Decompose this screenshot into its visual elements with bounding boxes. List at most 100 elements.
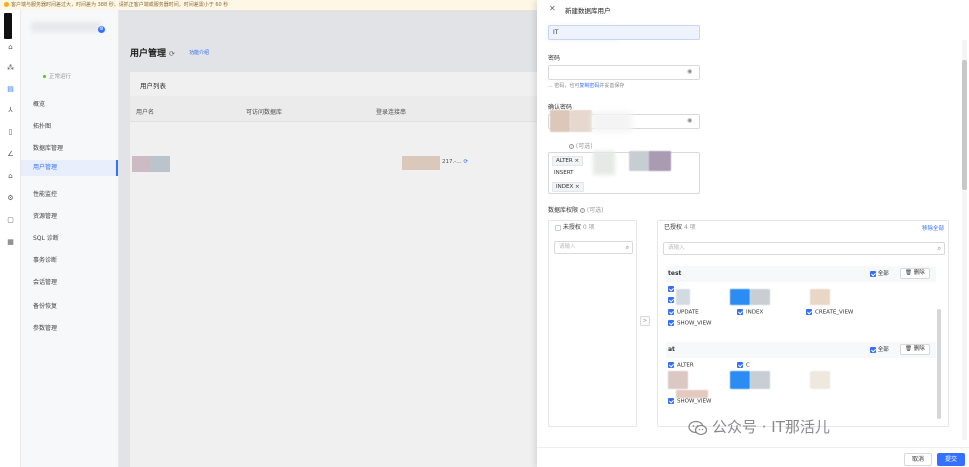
select-all-test[interactable]: 全部: [870, 269, 889, 277]
status-dot-icon: [43, 75, 46, 78]
db-section-at: at 全部 🗑 删除: [666, 342, 936, 358]
privilege-tag: INSERT: [554, 170, 574, 176]
cluster-icon[interactable]: ⁂: [7, 65, 14, 72]
lock-icon[interactable]: ⌂: [7, 173, 14, 180]
menu-item-backup[interactable]: 备份恢复: [33, 301, 57, 310]
unauthorized-search-input[interactable]: 请输入 ⌕: [554, 241, 633, 254]
redacted-block: [810, 371, 830, 389]
db-section-test: test 全部 🗑 删除: [666, 266, 936, 282]
redacted-block: [570, 110, 592, 132]
username-input[interactable]: IT: [548, 25, 700, 40]
password-label: 密码: [548, 55, 561, 62]
watermark: 公众号 · IT那活儿: [688, 416, 830, 437]
db-privilege-label: 数据库权限 ? (可选): [548, 207, 604, 214]
privilege-tag: INDEX ×: [552, 182, 584, 192]
time-skew-warning-banner: 客户端与服务器时间差过大，时间差为 388 秒。请抓正客户端或服务器时间，时间差…: [0, 0, 537, 10]
home-icon[interactable]: ⌂: [7, 44, 14, 51]
priv-item[interactable]: ALTER: [668, 362, 694, 369]
warning-text: 客户端与服务器时间差过大，时间差为 388 秒。请抓正客户端或服务器时间，时间差…: [11, 2, 229, 8]
delete-button-at[interactable]: 🗑 删除: [900, 344, 930, 355]
menu-item-sql-diagnosis[interactable]: SQL 诊断: [33, 233, 59, 242]
instance-status: 正常运行: [43, 72, 71, 80]
copy-password-link[interactable]: 复制密码: [579, 83, 599, 89]
cancel-button[interactable]: 取消: [904, 453, 933, 466]
wechat-icon: [688, 420, 708, 435]
password-hint: ... 密码，也可复制密码并妥善保存: [548, 83, 625, 89]
search-icon: ⌕: [625, 244, 629, 251]
priv-item[interactable]: C: [737, 362, 750, 369]
password-input[interactable]: [548, 65, 700, 80]
priv-item[interactable]: SHOW_VIEW: [668, 398, 711, 405]
menu-item-overview[interactable]: 概览: [33, 99, 45, 108]
modal-mask: [119, 10, 537, 467]
redacted-block: [668, 371, 688, 389]
redacted-block: [550, 110, 570, 132]
drawer-scrollbar-thumb[interactable]: [962, 60, 967, 190]
authorized-header: 已授权 4 项: [664, 224, 696, 231]
redacted-block: [629, 151, 651, 171]
priv-item[interactable]: CREATE_VIEW: [806, 309, 853, 316]
search-icon: ⌕: [937, 245, 941, 252]
remove-all-link[interactable]: 移除全部: [922, 224, 944, 232]
db-name: at: [668, 346, 675, 353]
menu-item-performance[interactable]: 性能监控: [33, 189, 57, 198]
eye-icon[interactable]: ◉: [687, 68, 692, 75]
redacted-block: [676, 390, 708, 398]
redacted-block: [750, 289, 770, 305]
menu-item-resources[interactable]: 资源管理: [33, 211, 57, 220]
authorized-scrollbar[interactable]: [937, 309, 941, 419]
priv-item[interactable]: UPDATE: [668, 309, 699, 316]
warning-icon: [4, 2, 9, 7]
submit-button[interactable]: 提交: [937, 453, 966, 466]
icon-rail: ⌂ ⁂ ▤ ⅄ ▯ ∠ ⌂ ⚙ ▢ ▦: [0, 10, 21, 467]
privilege-label: ? (可选): [569, 143, 593, 150]
select-all-at[interactable]: 全部: [870, 345, 889, 353]
database-icon[interactable]: ▤: [7, 86, 14, 93]
help-icon: ?: [569, 144, 574, 149]
priv-item[interactable]: INDEX: [737, 309, 763, 316]
menu-item-parameters[interactable]: 参数管理: [33, 323, 57, 332]
help-icon: ?: [579, 208, 585, 213]
logo: [4, 13, 12, 39]
drawer-title: 新建数据库用户: [565, 7, 611, 15]
report-icon[interactable]: ▦: [7, 239, 14, 246]
select-all-checkbox[interactable]: [555, 224, 561, 231]
authorized-panel: 已授权 4 项 移除全部 请输入 ⌕ test 全部 🗑 删除 UPDATE IN…: [657, 220, 949, 427]
redacted-block: [649, 151, 671, 171]
privilege-tag: ALTER ×: [552, 156, 584, 166]
main-content: 用户管理 ⟳ 功能介绍 用户列表 用户名 可访问数据库 登录连接串 217.-..…: [119, 10, 537, 467]
drawer-footer: 取消 提交: [537, 447, 969, 467]
instance-badge-icon[interactable]: ⚙: [98, 26, 105, 33]
redacted-block: [730, 371, 750, 389]
settings-icon[interactable]: ⚙: [7, 195, 14, 202]
redacted-block: [593, 151, 615, 175]
create-user-drawer: ✕ 新建数据库用户 IT 密码 ◉ ... 密码，也可复制密码并妥善保存 确认密…: [537, 0, 969, 467]
close-icon[interactable]: ✕: [549, 4, 556, 13]
redacted-block: [750, 371, 770, 389]
priv-checkbox[interactable]: [668, 286, 674, 292]
menu-item-transaction[interactable]: 事务诊断: [33, 255, 57, 264]
eye-icon-confirm[interactable]: ◉: [687, 117, 692, 124]
menu-item-sessions[interactable]: 会话管理: [33, 277, 57, 286]
transfer-arrow-button[interactable]: >: [640, 316, 650, 326]
delete-button-test[interactable]: 🗑 删除: [900, 268, 930, 279]
file-icon[interactable]: ▢: [7, 217, 14, 224]
redacted-block: [730, 289, 750, 305]
instance-name-redacted: [31, 22, 101, 32]
user-icon[interactable]: ⅄: [7, 107, 14, 114]
unauthorized-panel: 未授权 0 项 请输入 ⌕: [548, 220, 637, 427]
menu-item-users[interactable]: 用户管理: [21, 160, 118, 176]
priv-item[interactable]: SHOW_VIEW: [668, 320, 711, 327]
menu-item-topology[interactable]: 拓扑图: [33, 121, 51, 130]
redacted-block: [676, 289, 690, 305]
authorized-search-input[interactable]: 请输入 ⌕: [663, 242, 945, 255]
document-icon[interactable]: ▯: [7, 129, 14, 136]
redacted-block: [810, 289, 830, 305]
redacted-block: [592, 112, 632, 132]
status-text: 正常运行: [49, 74, 72, 80]
global-privilege-select[interactable]: ALTER × INSERT INDEX ×: [548, 151, 700, 194]
priv-checkbox[interactable]: [668, 297, 674, 303]
chart-icon[interactable]: ∠: [7, 151, 14, 158]
unauthorized-header: 未授权 0 项: [549, 221, 636, 235]
menu-item-database[interactable]: 数据库管理: [33, 143, 63, 152]
